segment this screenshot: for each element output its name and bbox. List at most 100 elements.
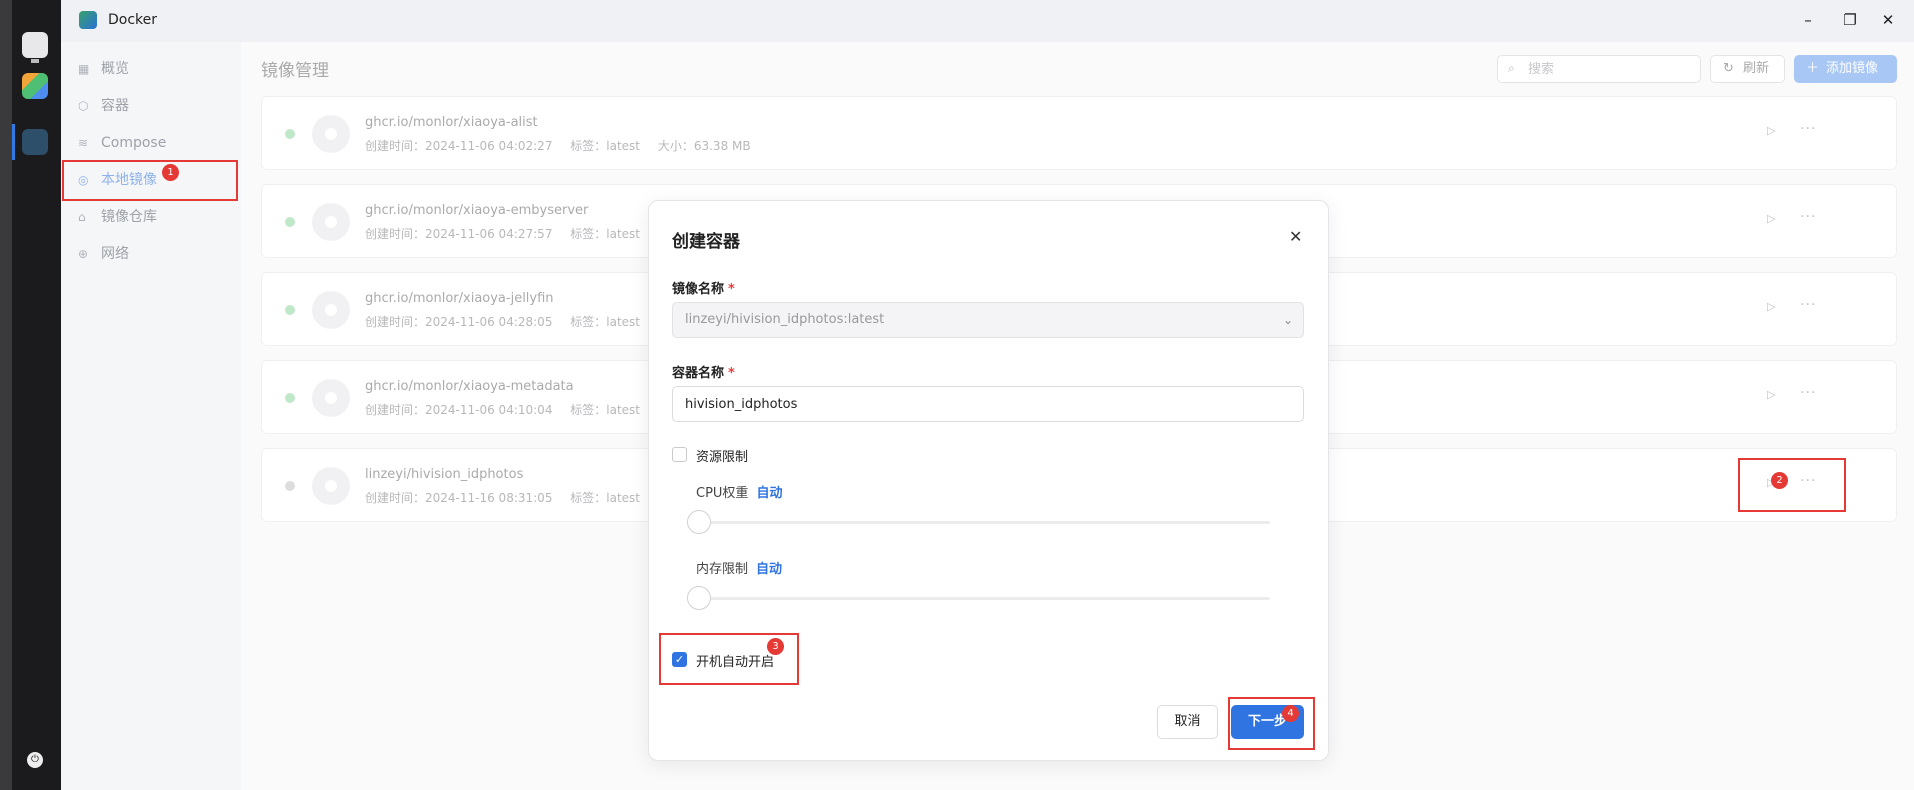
cancel-button[interactable]: 取消: [1157, 705, 1218, 739]
more-icon[interactable]: ···: [1800, 121, 1816, 137]
window-title: Docker: [108, 12, 158, 28]
monitor-icon[interactable]: [22, 32, 48, 63]
image-disc-icon: [312, 115, 350, 153]
image-created: 创建时间：2024-11-06 04:10:04: [365, 403, 553, 417]
sidebar-item-label: 概览: [101, 61, 129, 77]
close-icon[interactable]: ✕: [1289, 227, 1302, 246]
more-icon[interactable]: ···: [1800, 385, 1816, 401]
sidebar-item-network[interactable]: ⊕ 网络: [61, 236, 241, 272]
status-dot: [285, 217, 295, 227]
image-name-label: 镜像名称 *: [672, 278, 735, 297]
search-input[interactable]: [1528, 60, 1688, 78]
refresh-button[interactable]: ↻ 刷新: [1710, 55, 1785, 83]
cpu-weight-label-text: CPU权重: [696, 486, 749, 501]
minimize-icon[interactable]: –: [1798, 10, 1818, 30]
dialog-title: 创建容器: [672, 232, 740, 252]
add-image-button[interactable]: ＋ 添加镜像: [1794, 55, 1897, 83]
play-icon[interactable]: ▷: [1767, 124, 1775, 137]
image-name: ghcr.io/monlor/xiaoya-alist: [365, 115, 538, 130]
memory-limit-slider[interactable]: [704, 597, 1270, 600]
container-name-label-text: 容器名称: [672, 366, 725, 381]
desktop-dock: ⏻: [0, 0, 61, 790]
image-size: 大小：63.38 MB: [657, 139, 751, 153]
image-meta: 创建时间：2024-11-06 04:28:05 标签：latest: [365, 313, 654, 330]
status-dot: [285, 129, 295, 139]
image-meta: 创建时间：2024-11-16 08:31:05 标签：latest: [365, 489, 654, 506]
annotation-badge-4: 4: [1282, 705, 1299, 722]
home-icon: ⌂: [78, 210, 86, 224]
annotation-badge-1: 1: [162, 164, 179, 181]
image-meta: 创建时间：2024-11-06 04:27:57 标签：latest: [365, 225, 654, 242]
sidebar-item-overview[interactable]: ▦ 概览: [61, 51, 241, 87]
image-tag: 标签：latest: [570, 227, 641, 241]
more-icon[interactable]: ···: [1800, 209, 1816, 225]
cpu-weight-slider-handle[interactable]: [687, 510, 711, 534]
image-tag: 标签：latest: [570, 403, 641, 417]
sidebar: ▦ 概览 ⬡ 容器 ≋ Compose ◎ 本地镜像 ⌂ 镜像仓库 ⊕ 网络: [61, 42, 241, 790]
cube-icon: ⬡: [78, 99, 89, 113]
dock-active-indicator: [12, 124, 15, 160]
sidebar-item-label: 网络: [101, 246, 129, 262]
annotation-badge-2: 2: [1771, 472, 1788, 489]
resource-limit-checkbox[interactable]: [672, 447, 687, 462]
dock-edge: [0, 0, 12, 790]
image-name: ghcr.io/monlor/xiaoya-embyserver: [365, 203, 589, 218]
sidebar-item-label: Compose: [101, 135, 167, 151]
docker-logo-icon: [79, 11, 97, 29]
image-name-label-text: 镜像名称: [672, 282, 725, 297]
play-icon[interactable]: ▷: [1767, 388, 1775, 401]
image-select-value: linzeyi/hivision_idphotos:latest: [685, 312, 885, 327]
image-select[interactable]: linzeyi/hivision_idphotos:latest ⌄: [672, 302, 1304, 338]
image-created: 创建时间：2024-11-06 04:02:27: [365, 139, 553, 153]
memory-limit-label: 内存限制 自动: [696, 558, 782, 577]
chevron-down-icon: ⌄: [1282, 313, 1293, 327]
search-box[interactable]: ⌕: [1497, 55, 1701, 83]
refresh-icon: ↻: [1723, 61, 1734, 76]
image-tag: 标签：latest: [570, 315, 641, 329]
annotation-box-4: [1228, 697, 1315, 750]
image-disc-icon: [312, 203, 350, 241]
sidebar-item-label: 容器: [101, 98, 129, 114]
close-window-icon[interactable]: ✕: [1878, 10, 1898, 30]
image-name: ghcr.io/monlor/xiaoya-metadata: [365, 379, 574, 394]
annotation-box-2: [1738, 458, 1846, 512]
status-dot: [285, 393, 295, 403]
image-name: ghcr.io/monlor/xiaoya-jellyfin: [365, 291, 554, 306]
add-image-label: 添加镜像: [1826, 61, 1879, 76]
image-card[interactable]: ghcr.io/monlor/xiaoya-alist 创建时间：2024-11…: [261, 96, 1897, 170]
play-icon[interactable]: ▷: [1767, 212, 1775, 225]
container-name-label: 容器名称 *: [672, 362, 735, 381]
memory-limit-slider-handle[interactable]: [687, 586, 711, 610]
page-title: 镜像管理: [261, 61, 329, 81]
layers-icon: ≋: [78, 136, 89, 150]
cpu-weight-slider[interactable]: [704, 521, 1270, 524]
annotation-badge-3: 3: [767, 638, 784, 655]
image-tag: 标签：latest: [570, 139, 641, 153]
image-tag: 标签：latest: [570, 491, 641, 505]
image-meta: 创建时间：2024-11-06 04:02:27 标签：latest 大小：63…: [365, 137, 765, 154]
more-icon[interactable]: ···: [1800, 297, 1816, 313]
image-disc-icon: [312, 467, 350, 505]
image-name: linzeyi/hivision_idphotos: [365, 467, 524, 482]
power-icon[interactable]: ⏻: [27, 752, 43, 768]
status-dot: [285, 305, 295, 315]
cpu-weight-value: 自动: [756, 486, 783, 501]
sidebar-item-registry[interactable]: ⌂ 镜像仓库: [61, 199, 241, 235]
title-bar: Docker – ❐ ✕: [61, 0, 1914, 42]
sidebar-item-compose[interactable]: ≋ Compose: [61, 125, 241, 161]
app-center-icon[interactable]: [22, 73, 48, 99]
search-icon: ⌕: [1508, 61, 1515, 75]
sidebar-item-containers[interactable]: ⬡ 容器: [61, 88, 241, 124]
maximize-icon[interactable]: ❐: [1840, 10, 1860, 30]
plus-icon: ＋: [1806, 61, 1820, 76]
docker-app-icon[interactable]: [22, 129, 48, 155]
image-disc-icon: [312, 291, 350, 329]
status-dot: [285, 481, 295, 491]
refresh-label: 刷新: [1743, 61, 1770, 76]
annotation-box-1: [62, 160, 238, 201]
play-icon[interactable]: ▷: [1767, 300, 1775, 313]
sidebar-item-label: 镜像仓库: [101, 209, 157, 225]
container-name-input[interactable]: [672, 386, 1304, 422]
resource-limit-label: 资源限制: [696, 450, 749, 465]
memory-limit-value: 自动: [756, 562, 783, 577]
